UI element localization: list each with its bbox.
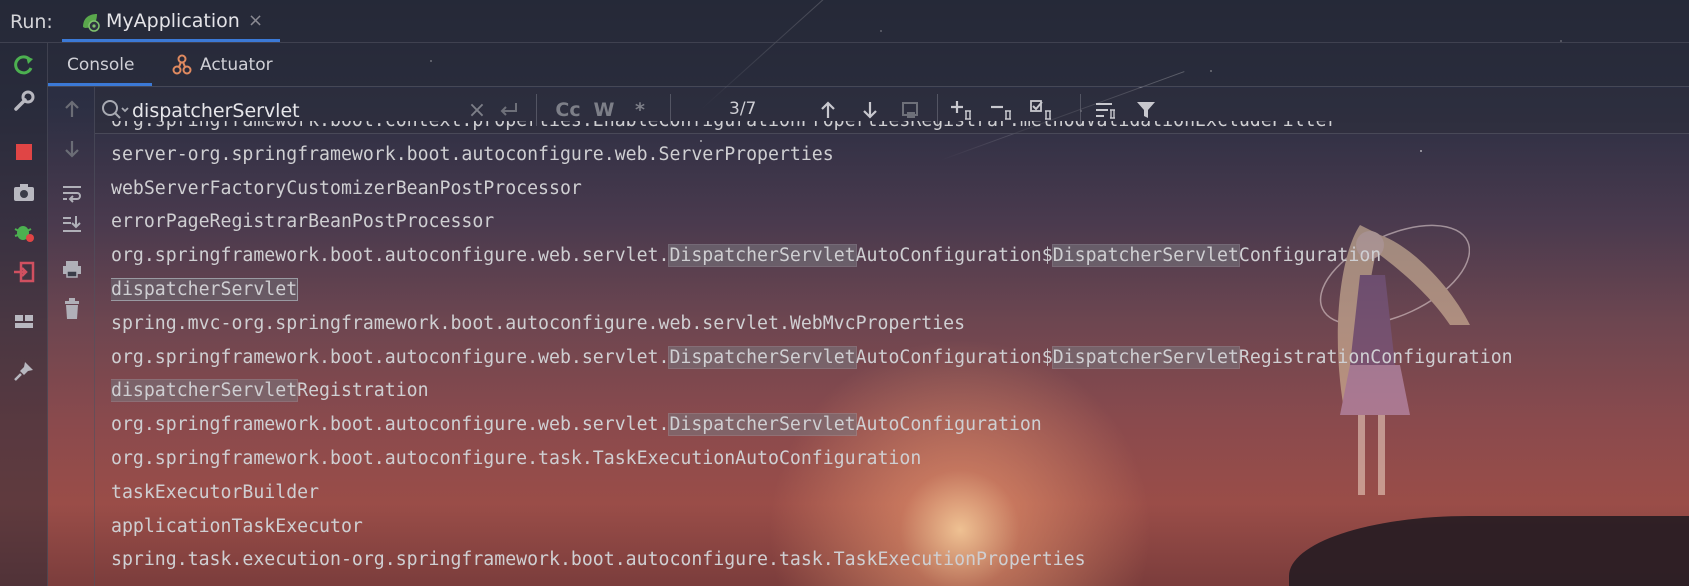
console-line: spring.mvc-org.springframework.boot.auto… [111,312,966,334]
console-text-segment: org.springframework.boot.autoconfigure.w… [111,346,670,368]
console-line: applicationTaskExecutor [111,515,363,537]
console-line: org.springframework.boot.autoconfigure.t… [111,448,922,469]
search-match-highlight: dispatcherServlet [111,278,299,301]
tab-actuator[interactable]: Actuator [168,43,288,86]
console-text-segment: AutoConfiguration [855,414,1042,436]
pin-icon[interactable] [10,357,38,385]
console-text-segment: org.springframework.boot.autoconfigure.w… [111,245,670,267]
previous-occurrence-icon[interactable] [813,96,843,124]
run-toolwindow-header: Run: MyApplication × [0,0,1689,43]
console-text-segment: Configuration [1238,245,1382,267]
console-text-segment: RegistrationConfiguration [1238,346,1513,368]
close-icon[interactable]: × [248,10,263,31]
whole-words-toggle[interactable]: W [589,96,619,124]
search-match-highlight: DispatcherServlet [668,345,857,369]
remove-selection-icon[interactable] [988,96,1018,124]
tab-console[interactable]: Console [48,43,152,86]
run-toolbar [0,43,48,586]
console-line: webServerFactoryCustomizerBeanPostProces… [111,177,582,199]
exit-icon[interactable] [10,258,38,286]
console-line: dispatcherServletRegistration [111,377,429,405]
console-toolbar [48,87,95,586]
tab-actuator-label: Actuator [200,55,273,75]
run-label: Run: [10,11,53,33]
tab-console-label: Console [67,55,135,75]
search-icon[interactable] [100,98,130,122]
regex-toggle[interactable]: * [625,96,655,124]
actuator-icon [172,54,192,75]
console-output[interactable]: org.springframework.boot.context.propert… [111,121,1681,586]
next-occurrence-icon[interactable] [855,96,885,124]
search-match-highlight: DispatcherServlet [1051,244,1240,268]
down-arrow-icon[interactable] [58,135,86,163]
console-line: taskExecutorBuilder [111,481,320,503]
layout-icon[interactable] [10,307,38,335]
soft-wrap-icon[interactable] [58,179,86,207]
new-line-icon[interactable] [493,96,523,124]
scroll-to-end-icon[interactable] [58,211,86,239]
console-line: spring.task.execution-org.springframewor… [111,549,1086,571]
wrench-icon[interactable] [10,87,38,115]
console-line: errorPageRegistrarBeanPostProcessor [111,211,495,233]
spring-boot-app-icon [83,14,100,32]
clear-search-icon[interactable]: × [462,96,492,124]
console-line: dispatcherServlet [111,276,299,304]
match-case-toggle[interactable]: Cc [548,96,588,124]
filter-icon[interactable] [1131,96,1161,124]
rerun-icon[interactable] [10,51,38,79]
search-match-highlight: DispatcherServlet [1051,345,1240,369]
print-icon[interactable] [58,255,86,283]
camera-icon[interactable] [10,178,38,206]
console-text-segment: org.springframework.boot.autoconfigure.w… [111,414,670,436]
console-line: org.springframework.boot.autoconfigure.w… [111,344,1513,372]
add-selection-icon[interactable] [948,96,978,124]
console-text-segment: AutoConfiguration$ [855,245,1053,267]
tab-title: MyApplication [106,10,240,32]
up-arrow-icon[interactable] [58,95,86,123]
console-text-segment: AutoConfiguration$ [855,346,1053,368]
run-subtabs: Console Actuator [48,43,1689,87]
search-match-highlight: DispatcherServlet [668,413,857,437]
console-line: org.springframework.boot.context.propert… [111,121,1337,135]
debug-bug-icon[interactable] [10,218,38,246]
console-text-segment: Registration [297,380,429,402]
stop-icon[interactable] [10,138,38,166]
select-all-matches-icon[interactable] [1028,96,1058,124]
select-all-occurrences-icon[interactable] [895,96,925,124]
console-line: org.springframework.boot.autoconfigure.w… [111,411,1042,439]
tab-myapplication[interactable]: MyApplication × [62,0,280,42]
console-line: server-org.springframework.boot.autoconf… [111,143,834,165]
filter-settings-icon[interactable] [1091,96,1121,124]
match-count: 3/7 [729,99,757,119]
trash-icon[interactable] [58,295,86,323]
console-line: org.springframework.boot.autoconfigure.w… [111,242,1381,270]
search-match-highlight: dispatcherServlet [111,379,299,403]
search-match-highlight: DispatcherServlet [668,244,857,268]
